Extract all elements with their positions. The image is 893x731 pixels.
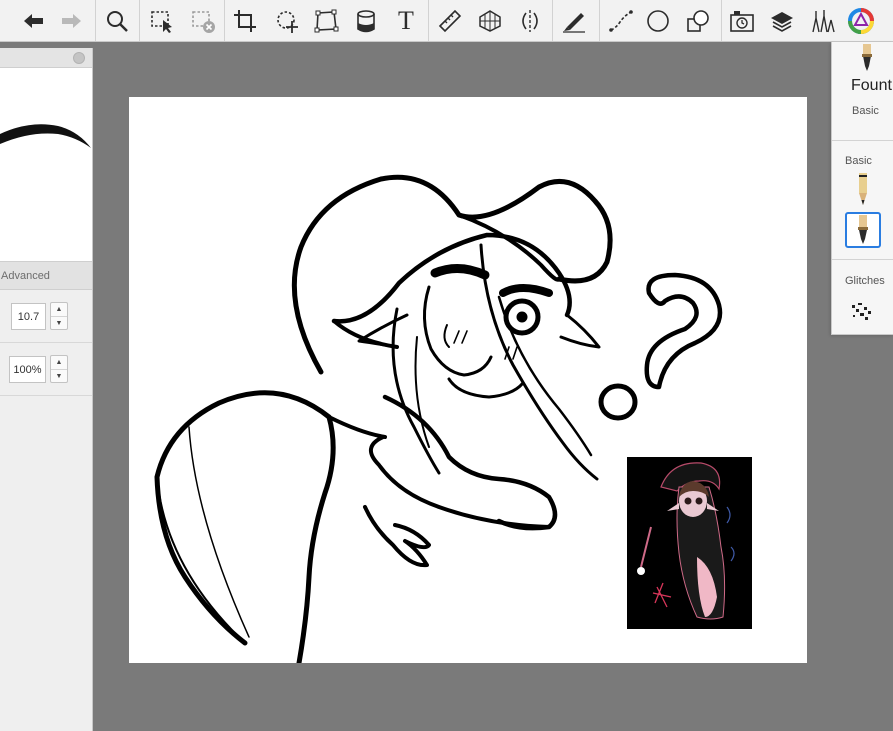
perspective-grid-icon[interactable]	[473, 4, 507, 38]
category-glitches-label[interactable]: Glitches	[845, 275, 885, 287]
brush-library-icon[interactable]	[805, 4, 839, 38]
crop-icon[interactable]	[228, 4, 262, 38]
pencil-brush-icon[interactable]	[845, 172, 881, 208]
redo-icon[interactable]	[55, 4, 89, 38]
brush-stroke-preview	[0, 68, 92, 262]
time-lapse-icon[interactable]	[725, 4, 759, 38]
shape-icon[interactable]	[681, 4, 715, 38]
main-toolbar: T	[0, 0, 893, 42]
brush-opacity-field[interactable]: 100%	[9, 356, 46, 383]
current-brush-name: Fount	[851, 77, 892, 94]
brush-properties-panel: Advanced 10.7 ▲ ▼ 100% ▲ ▼	[0, 48, 93, 731]
advanced-tab[interactable]: Advanced	[0, 262, 92, 290]
brush-opacity-stepper[interactable]: ▲ ▼	[50, 355, 68, 383]
zoom-icon[interactable]	[100, 4, 134, 38]
stepper-down-icon[interactable]: ▼	[51, 369, 67, 382]
stroke-line-icon[interactable]	[604, 4, 638, 38]
layers-icon[interactable]	[765, 4, 799, 38]
text-icon[interactable]: T	[389, 4, 423, 38]
brush-size-stepper[interactable]: ▲ ▼	[50, 302, 68, 330]
symmetry-icon[interactable]	[513, 4, 547, 38]
reference-image[interactable]	[627, 457, 752, 629]
brush-size-field[interactable]: 10.7	[11, 303, 46, 330]
transform-icon[interactable]	[270, 4, 304, 38]
ellipse-icon[interactable]	[641, 4, 675, 38]
stepper-up-icon[interactable]: ▲	[51, 356, 67, 369]
brush-panel-header	[0, 48, 92, 68]
fill-bucket-icon[interactable]	[349, 4, 383, 38]
deselect-icon[interactable]	[186, 4, 220, 38]
selection-icon[interactable]	[145, 4, 179, 38]
text-tool-glyph: T	[398, 6, 414, 35]
current-brush-header: Fount Basic	[832, 42, 893, 141]
brush-size-row: 10.7 ▲ ▼	[0, 290, 92, 343]
ruler-icon[interactable]	[433, 4, 467, 38]
glitch-brush-icon[interactable]	[850, 303, 874, 326]
current-brush-set: Basic	[852, 105, 879, 117]
stepper-up-icon[interactable]: ▲	[51, 303, 67, 316]
fountain-pen-preview-icon	[862, 44, 872, 71]
color-wheel-icon[interactable]	[844, 4, 878, 38]
category-basic-label[interactable]: Basic	[845, 155, 872, 167]
panel-close-button[interactable]	[73, 52, 85, 64]
brush-icon[interactable]	[557, 4, 591, 38]
brush-opacity-row: 100% ▲ ▼	[0, 343, 92, 396]
stepper-down-icon[interactable]: ▼	[51, 316, 67, 329]
undo-icon[interactable]	[16, 4, 50, 38]
distort-icon[interactable]	[309, 4, 343, 38]
brush-library-panel: Fount Basic Basic Glitches	[831, 42, 893, 335]
drawing-canvas[interactable]	[129, 97, 807, 663]
fountain-pen-brush-icon[interactable]	[845, 212, 881, 248]
